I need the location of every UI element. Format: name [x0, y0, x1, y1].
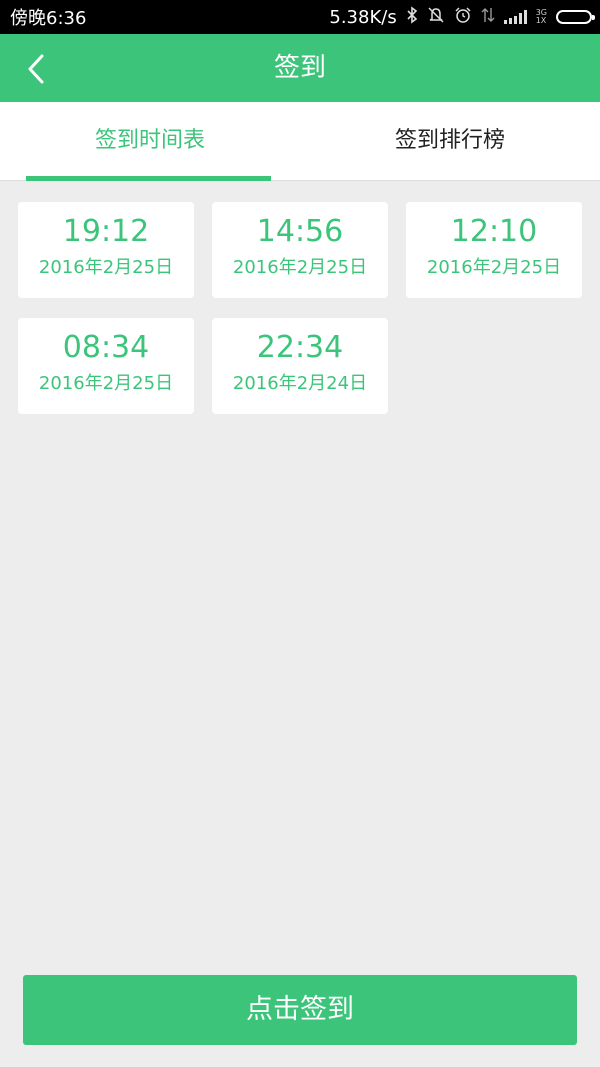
mute-icon — [427, 6, 445, 28]
checkin-record-list: 19:12 2016年2月25日 14:56 2016年2月25日 12:10 … — [18, 202, 582, 414]
app-header: 签到 — [0, 34, 600, 102]
checkin-time: 19:12 — [62, 214, 150, 249]
tab-checkin-schedule[interactable]: 签到时间表 — [0, 102, 300, 180]
page-title: 签到 — [273, 53, 326, 83]
status-time: 傍晚6:36 — [10, 8, 87, 29]
checkin-time: 12:10 — [450, 214, 538, 249]
network-type: 3G 1X — [535, 8, 547, 25]
checkin-record-card: 08:34 2016年2月25日 — [18, 318, 194, 414]
status-icons: 5.38K/s 3G 1X — [329, 6, 595, 28]
alarm-icon — [454, 6, 472, 28]
checkin-record-card: 14:56 2016年2月25日 — [212, 202, 388, 298]
checkin-record-card: 12:10 2016年2月25日 — [406, 202, 582, 298]
active-tab-indicator — [26, 176, 271, 181]
checkin-date: 2016年2月25日 — [232, 257, 368, 278]
battery-icon — [556, 10, 595, 24]
checkin-date: 2016年2月25日 — [38, 257, 174, 278]
tab-checkin-ranking[interactable]: 签到排行榜 — [300, 102, 600, 180]
checkin-record-card: 19:12 2016年2月25日 — [18, 202, 194, 298]
checkin-record-card: 22:34 2016年2月24日 — [212, 318, 388, 414]
checkin-time: 08:34 — [62, 330, 150, 365]
checkin-time: 14:56 — [256, 214, 344, 249]
bluetooth-icon — [406, 6, 418, 28]
checkin-date: 2016年2月24日 — [232, 373, 368, 394]
checkin-date: 2016年2月25日 — [426, 257, 562, 278]
network-speed: 5.38K/s — [329, 6, 397, 28]
signal-icon — [503, 10, 527, 24]
checkin-button[interactable]: 点击签到 — [23, 975, 577, 1045]
tab-bar: 签到时间表 签到排行榜 — [0, 102, 600, 181]
checkin-time: 22:34 — [256, 330, 344, 365]
status-bar: 傍晚6:36 5.38K/s 3G 1X — [0, 0, 600, 34]
data-arrows-icon — [481, 6, 495, 28]
checkin-date: 2016年2月25日 — [38, 373, 174, 394]
